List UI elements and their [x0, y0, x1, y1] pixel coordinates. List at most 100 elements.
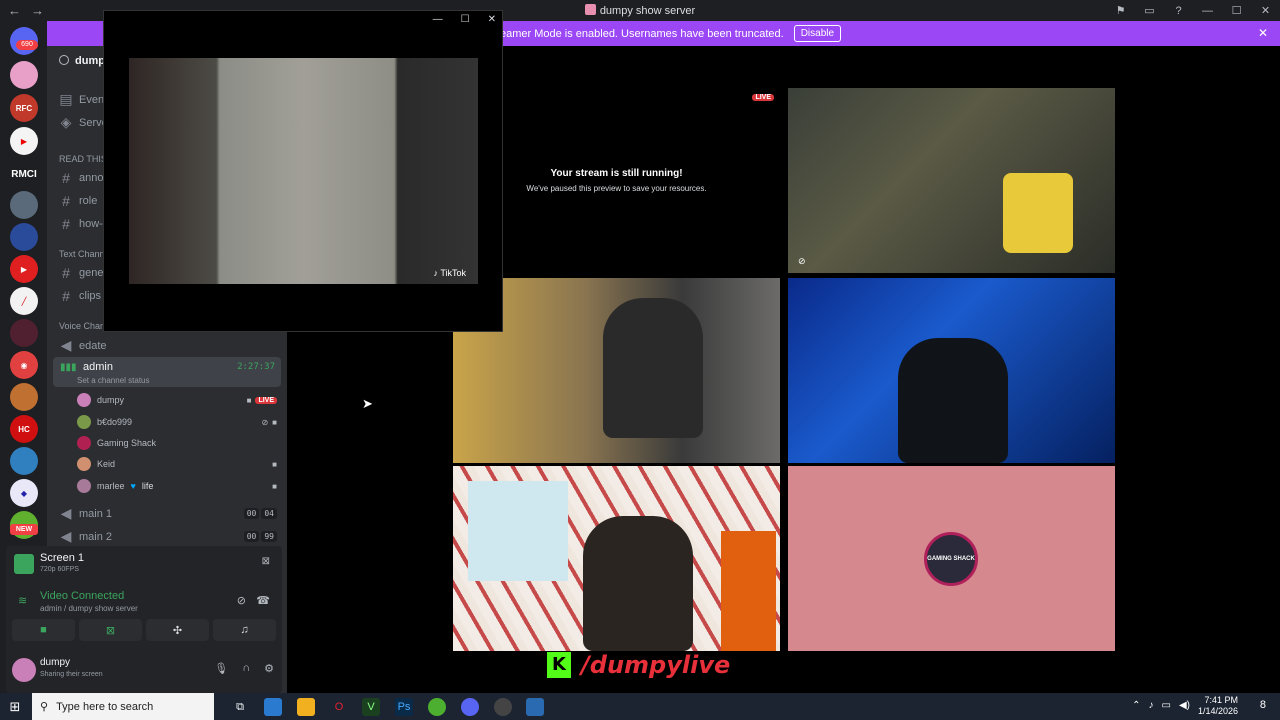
avatar	[77, 436, 91, 450]
task-view-icon[interactable]: ⧉	[231, 698, 249, 716]
voice-channel-edate[interactable]: ◀ edate	[59, 337, 107, 354]
tiktok-video[interactable]: ♪ TikTok	[129, 58, 478, 284]
voice-connected-status[interactable]: Video Connected	[40, 590, 124, 602]
clock[interactable]: 7:41 PM 1/14/2026	[1198, 695, 1238, 717]
server-icon-4[interactable]: ▶	[10, 255, 38, 283]
noise-suppression-icon[interactable]: ⊘	[237, 594, 246, 607]
photoshop-icon[interactable]: Ps	[395, 698, 413, 716]
close-button[interactable]: ✕	[1251, 4, 1280, 17]
category-read-this[interactable]: READ THIS	[59, 154, 107, 164]
clock-time: 7:41 PM	[1204, 695, 1238, 705]
user-panel: Screen 1 720p 60FPS ⊠ ≋ Video Connected …	[6, 546, 282, 693]
member-marlee[interactable]: marlee ♥ life ■	[77, 479, 277, 493]
window-controls: ⚑ ▭ ? — ☐ ✕	[1106, 0, 1280, 21]
server-icon-3[interactable]	[10, 223, 38, 251]
voice-channel-main2[interactable]: ◀ main 2 00 99	[59, 528, 287, 545]
headphones-icon[interactable]: ∩	[242, 662, 250, 675]
network-icon[interactable]: ▭	[1162, 700, 1171, 711]
category-voice[interactable]: Voice Chan	[59, 321, 105, 331]
stop-stream-icon[interactable]: ⊠	[262, 556, 270, 567]
server-icon-9[interactable]: HC	[10, 415, 38, 443]
video-tile-1[interactable]: ⊘	[788, 88, 1115, 273]
popout-minimize-button[interactable]: —	[433, 14, 443, 25]
screen-share-icon[interactable]: ▭	[1135, 4, 1164, 17]
gaming-shack-logo: GAMING SHACK	[924, 532, 978, 586]
opera-icon[interactable]: O	[330, 698, 348, 716]
server-icon-2[interactable]	[10, 191, 38, 219]
file-explorer-icon[interactable]	[297, 698, 315, 716]
video-tile-4[interactable]	[453, 466, 780, 651]
app-icon-v[interactable]: V	[362, 698, 380, 716]
minimize-button[interactable]: —	[1193, 5, 1222, 17]
server-icon-10[interactable]	[10, 447, 38, 475]
category-text[interactable]: Text Chann	[59, 249, 105, 259]
server-icon-rfc[interactable]: RFC	[10, 94, 38, 122]
user-count: 00 04	[242, 508, 277, 519]
popout-maximize-button[interactable]: ☐	[461, 14, 470, 25]
member-gaming-shack[interactable]: Gaming Shack	[77, 436, 277, 450]
microphone-icon[interactable]: 🎙︎	[214, 662, 228, 675]
server-guide-item[interactable]: ◈ Serve	[59, 114, 108, 131]
server-icon-5[interactable]: ╱	[10, 287, 38, 315]
disconnect-icon[interactable]: ☎	[256, 594, 270, 607]
channel-roles[interactable]: # role	[59, 193, 97, 209]
voice-channel-main1[interactable]: ◀ main 1 00 04	[59, 505, 287, 522]
popout-close-button[interactable]: ✕	[488, 14, 496, 25]
speaker-icon[interactable]: ◀)	[1179, 700, 1190, 711]
member-status: ■	[272, 482, 277, 491]
voice-location[interactable]: admin / dumpy show server	[40, 604, 138, 613]
channel-howto[interactable]: # how-t	[59, 216, 106, 232]
discord-icon[interactable]	[461, 698, 479, 716]
member-bedo999[interactable]: b€do999 ⊘ ■	[77, 415, 277, 429]
app-icon-green[interactable]	[428, 698, 446, 716]
start-button[interactable]: ⊞	[0, 699, 30, 715]
popout-controls: — ☐ ✕	[433, 14, 496, 25]
member-dumpy[interactable]: dumpy ■ LIVE	[77, 393, 277, 407]
banner-close-icon[interactable]: ✕	[1258, 26, 1268, 40]
popout-window[interactable]: — ☐ ✕ ♪ TikTok	[103, 10, 503, 332]
member-status: ⊘ ■	[261, 418, 277, 427]
video-tile-5[interactable]: GAMING SHACK	[788, 466, 1115, 651]
server-icon-11[interactable]: ◆	[10, 479, 38, 507]
notification-icon[interactable]: 8	[1260, 699, 1266, 711]
server-icon-7[interactable]: ◉	[10, 351, 38, 379]
camera-button[interactable]: ■	[12, 619, 75, 641]
share-screen-button[interactable]: ⊠	[79, 619, 142, 641]
person-silhouette	[898, 338, 1008, 463]
volume-icon[interactable]: ♪	[1149, 700, 1154, 711]
avatar	[77, 393, 91, 407]
channel-status-link[interactable]: Set a channel status	[77, 376, 150, 385]
taskbar: ⊞ ⚲ Type here to search ⧉ O V Ps ⌃ ♪ ▭ ◀…	[0, 693, 1280, 720]
inbox-icon[interactable]: ⚑	[1106, 4, 1135, 17]
channel-general[interactable]: # gener	[59, 265, 107, 281]
speaker-icon: ◀	[60, 528, 72, 544]
activities-button[interactable]: ✣	[146, 619, 209, 641]
obs-icon[interactable]	[494, 698, 512, 716]
server-icon-8[interactable]	[10, 383, 38, 411]
server-icon-1[interactable]	[10, 61, 38, 89]
camera-icon: ■	[272, 417, 277, 427]
member-keid[interactable]: Keid ■	[77, 457, 277, 471]
avatar[interactable]	[12, 658, 36, 682]
chevron-up-icon[interactable]: ⌃	[1132, 700, 1140, 711]
server-icon-6[interactable]	[10, 319, 38, 347]
server-icon	[584, 4, 596, 15]
disable-button[interactable]: Disable	[793, 25, 842, 42]
user-count: 00 99	[242, 531, 277, 542]
voice-channel-admin[interactable]: ▮▮▮ admin 2:27:37 Set a channel status	[53, 357, 281, 387]
server-icon-rmci[interactable]: RMCI	[10, 160, 38, 188]
channel-label: clips	[79, 290, 102, 302]
help-icon[interactable]: ?	[1164, 5, 1193, 17]
art-panel	[468, 481, 568, 581]
channel-announcements[interactable]: # annou	[59, 170, 110, 186]
channel-clips[interactable]: # clips	[59, 288, 101, 304]
video-tile-3[interactable]	[788, 278, 1115, 463]
server-icon-youtube[interactable]: ▶	[10, 127, 38, 155]
maximize-button[interactable]: ☐	[1222, 4, 1251, 17]
channel-label: main 2	[79, 530, 113, 543]
search-box[interactable]: ⚲ Type here to search	[32, 693, 214, 720]
app-icon-1[interactable]	[264, 698, 282, 716]
gear-icon[interactable]: ⚙	[264, 662, 274, 675]
soundboard-button[interactable]: ♫	[213, 619, 276, 641]
app-icon-active[interactable]	[526, 698, 544, 716]
